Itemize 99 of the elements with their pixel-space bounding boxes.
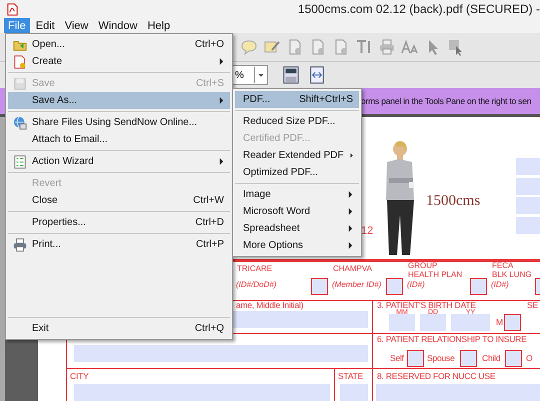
menu-item[interactable]: Properties... Ctrl+D: [8, 214, 230, 231]
menu-item[interactable]: View: [60, 18, 92, 33]
menu-item[interactable]: Image: [235, 186, 359, 203]
shortcut-text: Ctrl+Q: [194, 323, 224, 334]
menu-item[interactable]: PDF... Shift+Ctrl+S: [235, 91, 359, 108]
fit-page-icon[interactable]: [282, 66, 300, 84]
field-label: SE: [527, 301, 538, 310]
menu-item[interactable]: Close Ctrl+W: [8, 192, 230, 209]
field-hint: (ID#/DoD#): [236, 280, 276, 289]
date-field[interactable]: [389, 314, 415, 331]
menu-item-label: Save: [32, 78, 56, 89]
menu-item[interactable]: Share Files Using SendNow Online...: [8, 114, 230, 131]
menu-item[interactable]: Reader Extended PDF: [235, 147, 359, 164]
menu-item-label: Reduced Size PDF...: [243, 116, 336, 127]
menu-item[interactable]: Print... Ctrl+P: [8, 236, 230, 253]
field-hint: (Member ID#): [332, 280, 382, 289]
page-number-text: 12: [361, 225, 374, 237]
option-label: Spouse: [427, 354, 455, 363]
field-label: ame, Middle Initial): [236, 301, 304, 310]
select-icon[interactable]: [447, 38, 465, 56]
menu-item-label: Certified PDF...: [243, 133, 312, 144]
logo-text: 1500cms: [426, 193, 480, 210]
checkbox[interactable]: [311, 278, 328, 295]
menu-item[interactable]: Action Wizard: [8, 153, 230, 170]
field-label: FECA BLK LUNG: [492, 261, 532, 279]
menu-item[interactable]: Edit: [32, 18, 59, 33]
input-field[interactable]: [74, 384, 330, 401]
menu-item-label: Properties...: [32, 217, 87, 228]
menu-item[interactable]: Create: [8, 53, 230, 70]
input-field[interactable]: [376, 384, 540, 401]
shortcut-text: Ctrl+D: [195, 217, 224, 228]
menu-item-label: Exit: [32, 323, 50, 334]
menu-item-label: More Options: [243, 240, 304, 251]
text-tool-icon[interactable]: [355, 38, 373, 56]
menu-item-label: Spreadsheet: [243, 223, 301, 234]
date-field[interactable]: [451, 314, 490, 331]
field-label: 8. RESERVED FOR NUCC USE: [377, 372, 496, 381]
menu-item[interactable]: More Options: [235, 237, 359, 254]
menu-item[interactable]: Help: [143, 18, 174, 33]
option-label: O: [526, 354, 532, 363]
option-label: Child: [482, 354, 500, 363]
checkbox[interactable]: [470, 278, 487, 295]
field-label: M: [496, 318, 503, 327]
menu-item[interactable]: Microsoft Word: [235, 203, 359, 220]
checkbox[interactable]: [407, 350, 424, 367]
menu-item-label: Microsoft Word: [243, 206, 312, 217]
speech-bubble-icon[interactable]: [240, 38, 258, 56]
shortcut-text: Shift+Ctrl+S: [299, 94, 353, 105]
menu-item[interactable]: Reduced Size PDF...: [235, 113, 359, 130]
option-label: Self: [390, 354, 404, 363]
zoom-field[interactable]: %: [232, 65, 268, 85]
field-label: CHAMPVA: [333, 264, 372, 273]
window-title: 1500cms.com 02.12 (back).pdf (SECURED) -: [298, 2, 540, 16]
menu-item-label: Create: [32, 56, 64, 67]
menu-item-label: Action Wizard: [32, 156, 95, 167]
fit-width-icon[interactable]: [308, 66, 326, 84]
field-hint: (ID#): [491, 280, 509, 289]
menu-item-label: Print...: [32, 239, 62, 250]
printer-icon: [13, 238, 27, 252]
field-label: 3. PATIENT'S BIRTH DATE: [377, 301, 476, 310]
checkbox[interactable]: [504, 314, 521, 331]
pdf-app-icon: [6, 2, 19, 16]
menu-item[interactable]: Exit Ctrl+Q: [8, 320, 230, 337]
shortcut-text: Ctrl+W: [193, 195, 224, 206]
menu-item-label: Save As...: [32, 95, 78, 106]
menu-item[interactable]: Window: [94, 18, 142, 33]
field-label: TRICARE: [237, 264, 272, 273]
checklist-icon: [13, 154, 27, 168]
menu-item[interactable]: Optimized PDF...: [235, 164, 359, 181]
field-label: STATE: [338, 372, 364, 381]
menu-item-label: Share Files Using SendNow Online...: [32, 117, 198, 128]
date-field[interactable]: [420, 314, 446, 331]
document-icon: [13, 54, 27, 68]
printer-icon[interactable]: [378, 38, 396, 56]
menu-item-label: Attach to Email...: [32, 134, 109, 145]
field-hint: (ID#): [407, 280, 425, 289]
globe-icon: [13, 116, 27, 130]
field-label: 6. PATIENT RELATIONSHIP TO INSURE: [377, 335, 527, 344]
menu-item-label: Reader Extended PDF: [243, 150, 344, 161]
checkbox[interactable]: [386, 278, 403, 295]
menu-item-label: Open...: [32, 39, 66, 50]
input-field[interactable]: [74, 345, 368, 362]
shortcut-text: Ctrl+O: [194, 39, 224, 50]
menu-item-label: Image: [243, 189, 272, 200]
checkbox[interactable]: [460, 350, 477, 367]
menu-item-label: PDF...: [243, 94, 272, 105]
font-size-icon[interactable]: [401, 38, 419, 56]
menu-item[interactable]: Spreadsheet: [235, 220, 359, 237]
field-label: CITY: [70, 372, 89, 381]
shortcut-text: Ctrl+S: [196, 78, 224, 89]
menu-item-label: Revert: [32, 178, 62, 189]
checkbox[interactable]: [505, 350, 522, 367]
input-field[interactable]: [340, 384, 368, 401]
menu-item[interactable]: Save As...: [8, 92, 230, 109]
menu-item-label: Close: [32, 195, 59, 206]
shortcut-text: Ctrl+P: [196, 239, 224, 250]
field-label: GROUP HEALTH PLAN: [408, 261, 462, 279]
menu-item[interactable]: Attach to Email...: [8, 131, 230, 148]
menu-item-label: Optimized PDF...: [243, 167, 320, 178]
